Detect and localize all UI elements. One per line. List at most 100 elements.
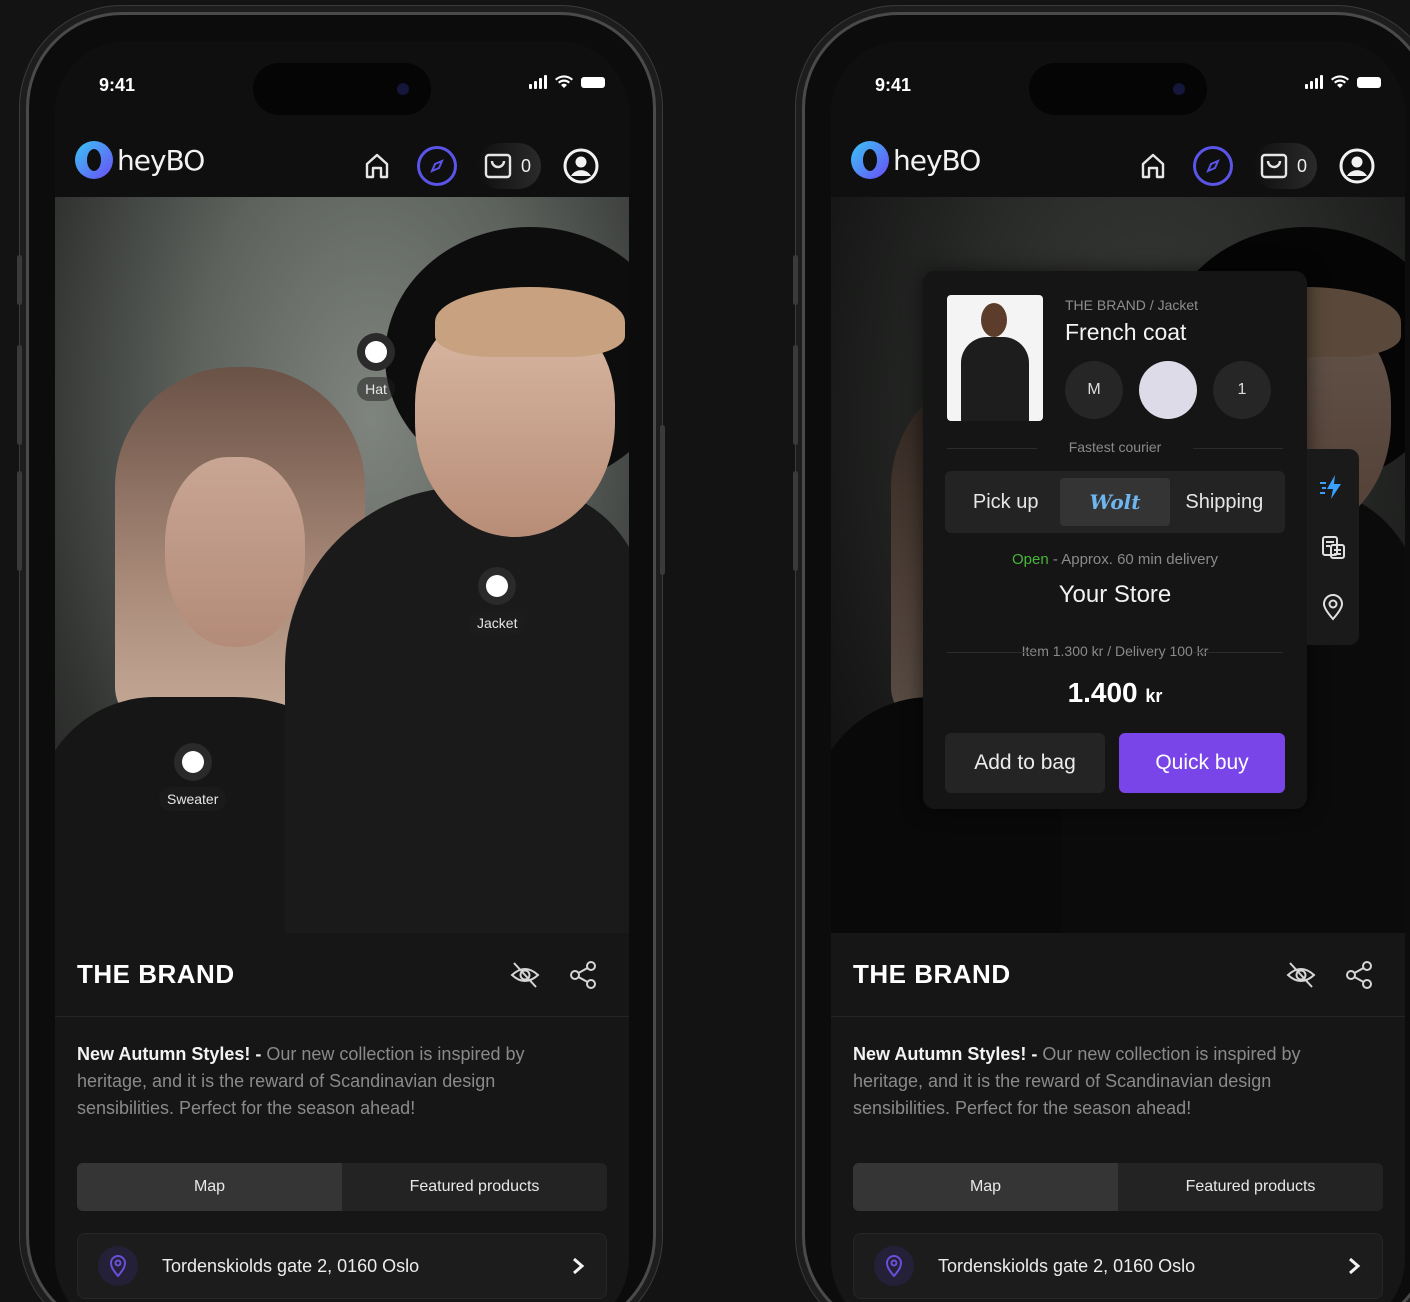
explore-compass-icon[interactable] — [416, 146, 457, 186]
cart-count: 0 — [1296, 155, 1307, 176]
brand-description: New Autumn Styles! - Our new collection … — [853, 1041, 1373, 1122]
coins-icon[interactable] — [1319, 533, 1347, 561]
price-currency: kr — [1145, 686, 1163, 706]
home-icon[interactable] — [1133, 146, 1173, 186]
hotspot-dot — [173, 743, 212, 781]
share-icon[interactable] — [567, 959, 599, 991]
address-row[interactable]: Tordenskiolds gate 2, 0160 Oslo — [853, 1233, 1383, 1299]
shopping-bag-icon — [1260, 153, 1288, 179]
battery-icon — [1357, 76, 1381, 88]
product-name: French coat — [1065, 319, 1187, 345]
hotspot-label: Hat — [357, 377, 395, 401]
tab-map[interactable]: Map — [853, 1163, 1118, 1211]
product-options: M 1 — [1065, 361, 1271, 419]
screen: 9:41 heyBO 0 — [55, 41, 629, 1302]
explore-compass-icon[interactable] — [1192, 146, 1233, 186]
quantity-selector[interactable]: 1 — [1213, 361, 1271, 419]
volume-down-button — [793, 471, 798, 571]
hotspot-hat[interactable]: Hat — [357, 333, 395, 401]
express-bolt-icon[interactable] — [1319, 473, 1347, 501]
status-time: 9:41 — [875, 75, 912, 95]
open-label: Open — [1012, 551, 1049, 568]
brand-description: New Autumn Styles! - Our new collection … — [77, 1041, 597, 1122]
logo-text: heyBO — [893, 143, 981, 177]
fastest-courier-label: Fastest courier — [947, 439, 1283, 455]
screen: 9:41 heyBO 0 — [831, 41, 1405, 1302]
price-value: 1.400 — [1067, 677, 1138, 708]
description-lead: New Autumn Styles! - — [77, 1044, 262, 1064]
hotspot-sweater[interactable]: Sweater — [159, 743, 227, 811]
brand-header: THE BRAND — [55, 933, 629, 1017]
location-pin-icon — [874, 1246, 914, 1286]
hotspot-label: Jacket — [469, 611, 526, 635]
home-icon[interactable] — [357, 146, 397, 186]
content-tabs: Map Featured products — [853, 1163, 1383, 1211]
add-to-bag-button[interactable]: Add to bag — [945, 733, 1105, 793]
wifi-icon — [1331, 75, 1349, 88]
cart-count: 0 — [520, 155, 531, 176]
address-row[interactable]: Tordenskiolds gate 2, 0160 Oslo — [77, 1233, 607, 1299]
chevron-right-icon — [1349, 1257, 1361, 1275]
hero-figure-woman-face — [165, 457, 305, 647]
delivery-option-shipping[interactable]: Shipping — [1170, 478, 1279, 526]
status-bar: 9:41 — [831, 41, 1405, 131]
logo[interactable]: heyBO — [75, 141, 205, 179]
profile-icon[interactable] — [1337, 146, 1377, 186]
brand-actions — [509, 959, 599, 991]
status-time: 9:41 — [99, 75, 136, 95]
store-name: Your Store — [1058, 581, 1172, 608]
quick-buy-button[interactable]: Quick buy — [1119, 733, 1285, 793]
delivery-option-wolt[interactable]: Wolt — [1060, 478, 1170, 526]
cart-button[interactable]: 0 — [1252, 143, 1317, 189]
status-bar: 9:41 — [55, 41, 629, 131]
dynamic-island — [1029, 63, 1207, 115]
hotspot-dot — [478, 567, 517, 605]
brand-header: THE BRAND — [831, 933, 1405, 1017]
logo-text: heyBO — [117, 143, 205, 177]
cart-button[interactable]: 0 — [476, 143, 541, 189]
shopping-bag-icon — [484, 153, 512, 179]
location-pin-icon[interactable] — [1320, 593, 1346, 621]
logo-mark-icon — [75, 141, 113, 179]
app-header: heyBO 0 — [831, 131, 1405, 197]
hotspot-dot — [357, 333, 395, 371]
battery-icon — [581, 76, 605, 88]
logo-mark-icon — [851, 141, 889, 179]
signal-icon — [1305, 75, 1323, 89]
product-breadcrumb: THE BRAND / Jacket — [1065, 297, 1199, 313]
color-swatch[interactable] — [1139, 361, 1197, 419]
signal-icon — [529, 75, 547, 89]
logo[interactable]: heyBO — [851, 141, 981, 179]
tab-featured-products[interactable]: Featured products — [342, 1163, 607, 1211]
open-detail: - Approx. 60 min delivery — [1048, 551, 1218, 568]
hero-image: Hat Jacket Sweater — [55, 197, 629, 933]
nav-bar: 0 — [1133, 143, 1377, 189]
description-lead: New Autumn Styles! - — [853, 1044, 1038, 1064]
volume-down-button — [17, 471, 22, 571]
volume-up-button — [793, 345, 798, 445]
thumbnail-figure-head — [981, 303, 1007, 337]
tab-map[interactable]: Map — [77, 1163, 342, 1211]
phone-right: 9:41 heyBO 0 THE BRAND / Jacket French c… — [793, 12, 1410, 1302]
wifi-icon — [555, 75, 573, 88]
tab-featured-products[interactable]: Featured products — [1118, 1163, 1383, 1211]
mute-switch — [17, 255, 22, 305]
quick-buy-popup: THE BRAND / Jacket French coat M 1 Faste… — [923, 271, 1307, 809]
hide-eye-icon[interactable] — [1285, 959, 1317, 991]
phone-left: 9:41 heyBO 0 Hat Jacket Sweater THE BRAN… — [17, 12, 665, 1302]
share-icon[interactable] — [1343, 959, 1375, 991]
mute-switch — [793, 255, 798, 305]
delivery-option-pickup[interactable]: Pick up — [951, 478, 1060, 526]
profile-icon[interactable] — [561, 146, 601, 186]
size-selector[interactable]: M — [1065, 361, 1123, 419]
hotspot-jacket[interactable]: Jacket — [469, 567, 526, 635]
address-text: Tordenskiolds gate 2, 0160 Oslo — [162, 1255, 420, 1276]
hide-eye-icon[interactable] — [509, 959, 541, 991]
store-open-status: Open - Approx. 60 min delivery — [923, 551, 1307, 568]
brand-title: THE BRAND — [77, 959, 235, 989]
dynamic-island — [253, 63, 431, 115]
status-icons — [1305, 75, 1381, 89]
brand-actions — [1285, 959, 1375, 991]
product-thumbnail[interactable] — [947, 295, 1043, 421]
camera-icon — [1173, 83, 1185, 95]
